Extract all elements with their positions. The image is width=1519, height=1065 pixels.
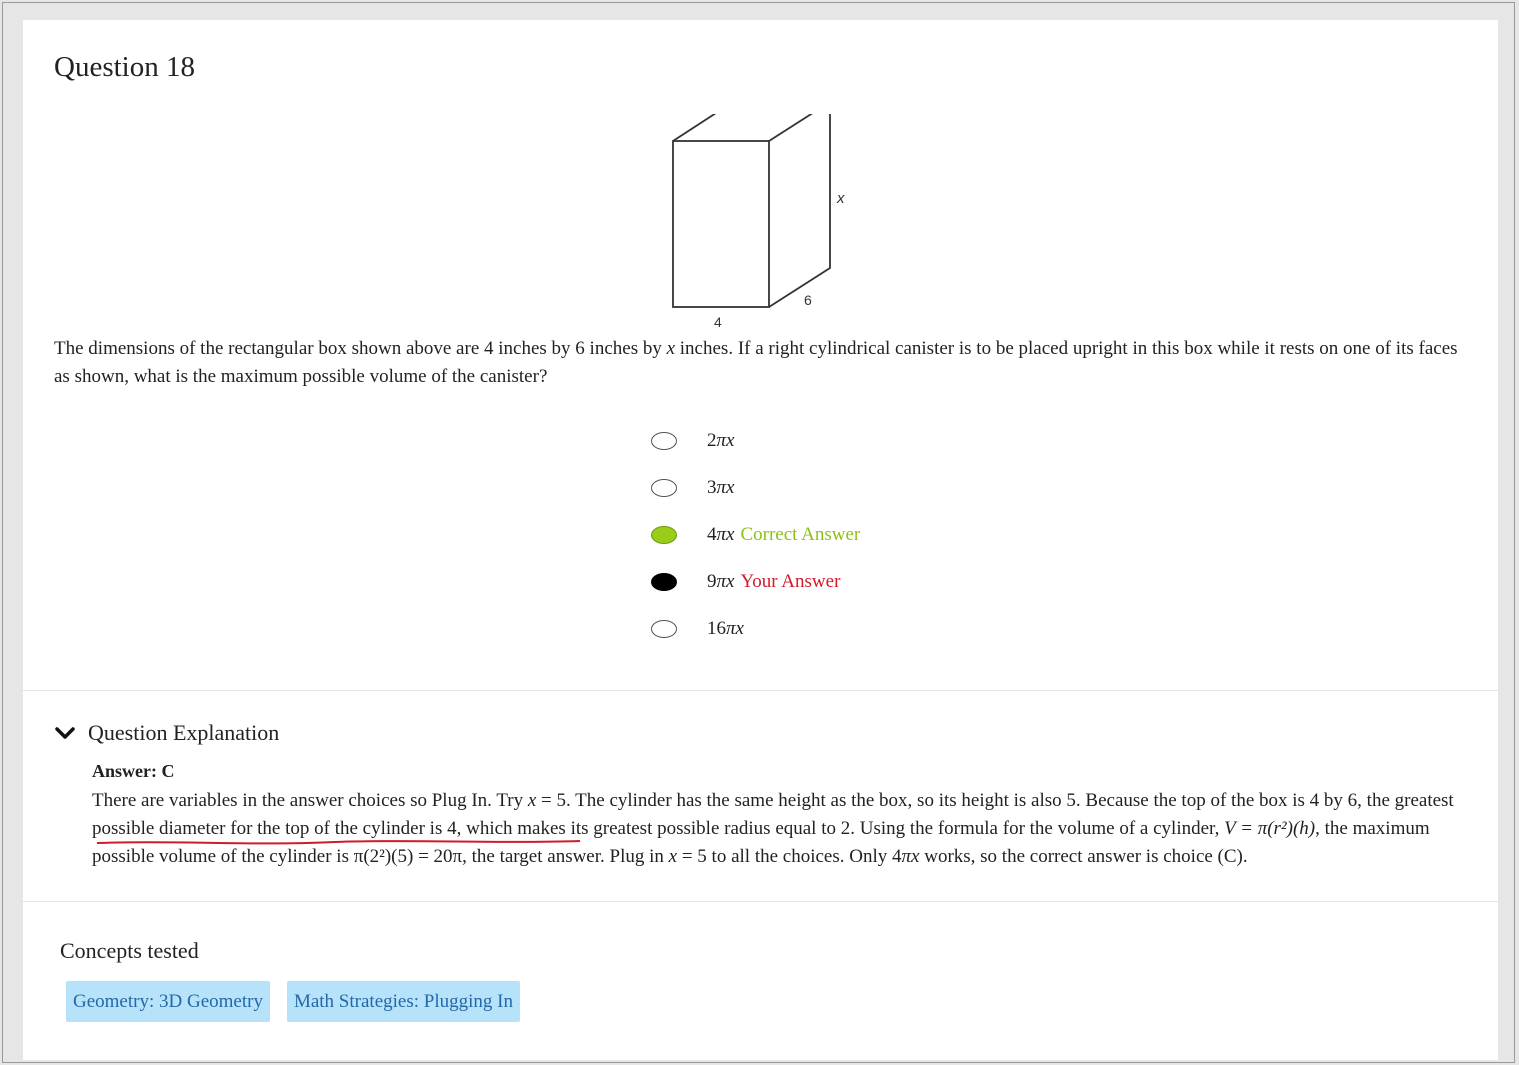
- radio-choice-c[interactable]: [651, 526, 677, 544]
- concept-tags: Geometry: 3D Geometry Math Strategies: P…: [66, 981, 520, 1022]
- divider-bottom: [23, 901, 1498, 902]
- choice-d-text: 9πx Your Answer: [707, 571, 841, 592]
- label-x: x: [836, 190, 845, 207]
- answer-label: Answer: C: [92, 761, 175, 781]
- correct-answer-badge: Correct Answer: [740, 524, 861, 545]
- question-title: Question 18: [54, 51, 195, 83]
- your-answer-badge: Your Answer: [740, 571, 841, 592]
- box-figure: x 4 6: [672, 114, 845, 330]
- concept-tag[interactable]: Geometry: 3D Geometry: [66, 981, 270, 1022]
- question-card: Question 18 x 4 6 The dimensions of the …: [23, 20, 1498, 1060]
- choice-a-text: 2πx: [707, 430, 735, 451]
- box-side-edge: [768, 114, 831, 308]
- choice-b-text: 3πx: [707, 477, 735, 498]
- divider-top: [23, 690, 1498, 691]
- concepts-title: Concepts tested: [60, 938, 199, 963]
- choice-e-text: 16πx: [707, 618, 744, 639]
- concept-tag[interactable]: Math Strategies: Plugging In: [286, 981, 520, 1022]
- choice-d[interactable]: 9πx Your Answer: [651, 567, 1051, 597]
- choice-e[interactable]: 16πx: [651, 614, 1051, 644]
- label-depth: 6: [804, 292, 812, 308]
- radio-choice-a[interactable]: [651, 432, 677, 450]
- box-front-face: [672, 140, 770, 308]
- choice-c[interactable]: 4πx Correct Answer: [651, 520, 1051, 550]
- explanation-text: There are variables in the answer choice…: [92, 790, 1454, 867]
- choice-b[interactable]: 3πx: [651, 473, 1051, 503]
- question-prompt: The dimensions of the rectangular box sh…: [54, 338, 1458, 387]
- box-top-face: [672, 114, 813, 142]
- radio-choice-e[interactable]: [651, 620, 677, 638]
- chevron-down-icon: [55, 727, 75, 739]
- radio-choice-b[interactable]: [651, 479, 677, 497]
- explanation-title: Question Explanation: [88, 720, 280, 745]
- radio-choice-d[interactable]: [651, 573, 677, 591]
- label-width: 4: [714, 314, 722, 330]
- explanation-toggle[interactable]: Question Explanation: [54, 720, 279, 746]
- choice-a[interactable]: 2πx: [651, 426, 1051, 456]
- red-underline-annotation: [96, 840, 581, 845]
- choice-c-text: 4πx Correct Answer: [707, 524, 861, 545]
